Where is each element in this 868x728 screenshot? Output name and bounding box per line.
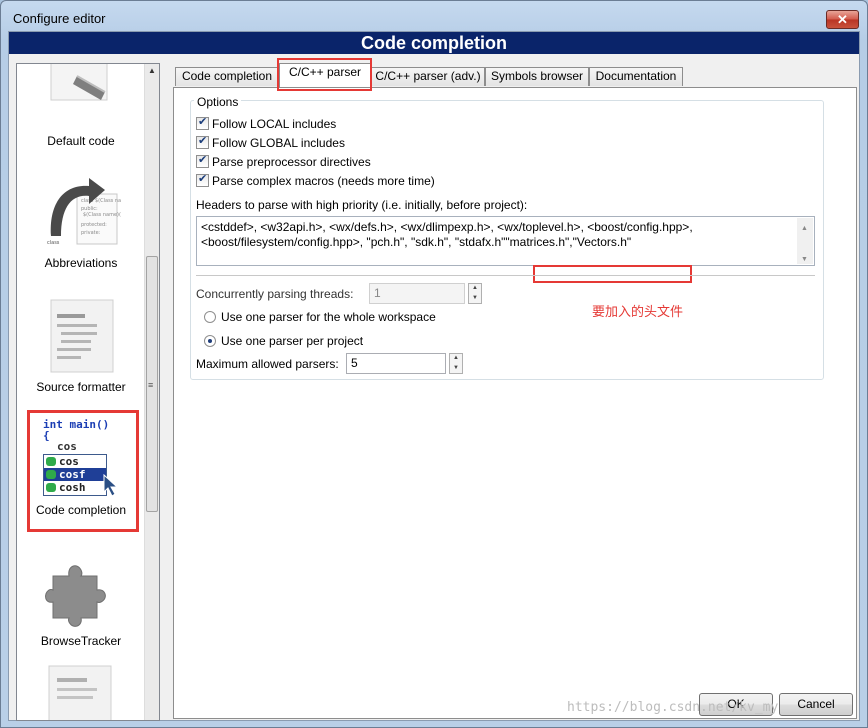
threads-input[interactable]: 1 bbox=[369, 283, 465, 304]
svg-text:$(Class name)();: $(Class name)(); bbox=[83, 212, 121, 218]
follow-global-includes-checkbox[interactable]: Follow GLOBAL includes bbox=[196, 134, 345, 150]
active-tab-highlight bbox=[277, 58, 372, 91]
tab-documentation[interactable]: Documentation bbox=[589, 67, 683, 86]
tab-label: Symbols browser bbox=[490, 69, 584, 83]
parse-complex-macros-checkbox[interactable]: Parse complex macros (needs more time) bbox=[196, 172, 435, 188]
tab-label: C/C++ parser (adv.) bbox=[375, 69, 481, 83]
sidebar-item-label: Abbreviations bbox=[44, 256, 118, 270]
close-button[interactable]: ✕ bbox=[826, 10, 859, 29]
configure-editor-window: Configure editor ✕ Code completion Defau… bbox=[0, 0, 868, 728]
selection-highlight bbox=[27, 410, 139, 532]
watermark: https://blog.csdn.net/kv_my bbox=[567, 700, 779, 715]
window-title: Configure editor bbox=[13, 11, 106, 26]
checkbox-checked-icon bbox=[196, 172, 209, 187]
radio-label: Use one parser per project bbox=[221, 334, 364, 348]
max-parsers-input[interactable]: 5 bbox=[346, 353, 446, 374]
added-headers: "matrices.h","Vectors.h" bbox=[505, 235, 632, 249]
divider bbox=[196, 275, 815, 276]
added-headers-highlight bbox=[533, 265, 692, 283]
annotation-text: 要加入的头文件 bbox=[592, 304, 684, 319]
checkbox-label: Follow GLOBAL includes bbox=[212, 136, 345, 150]
default-code-icon bbox=[50, 64, 108, 101]
checkbox-checked-icon bbox=[196, 115, 209, 130]
checkbox-checked-icon bbox=[196, 153, 209, 168]
svg-text:class $(Class name): class $(Class name) bbox=[81, 198, 121, 204]
puzzle-piece-icon bbox=[45, 565, 106, 627]
sidebar-item-label: Default code bbox=[47, 134, 115, 148]
sidebar-item-label: Source formatter bbox=[36, 380, 126, 394]
follow-local-includes-checkbox[interactable]: Follow LOCAL includes bbox=[196, 115, 337, 131]
radio-off-icon bbox=[204, 311, 216, 323]
max-parsers-spinner[interactable]: ▲ ▼ bbox=[449, 353, 463, 374]
scroll-down-icon[interactable]: ▼ bbox=[801, 252, 808, 267]
parser-per-project-radio[interactable]: Use one parser per project bbox=[204, 334, 363, 348]
sidebar-item-abbreviations[interactable]: class $(Class name) public: $(Class name… bbox=[17, 174, 145, 274]
parser-per-workspace-radio[interactable]: Use one parser for the whole workspace bbox=[204, 310, 436, 324]
threads-label: Concurrently parsing threads: bbox=[196, 287, 354, 301]
grip-icon: ≡ bbox=[148, 380, 154, 390]
checkbox-label: Parse preprocessor directives bbox=[212, 155, 371, 169]
headers-priority-textarea[interactable]: <cstddef>, <w32api.h>, <wx/defs.h>, <wx/… bbox=[196, 216, 815, 266]
svg-text:private:: private: bbox=[81, 230, 101, 236]
cancel-button[interactable]: Cancel bbox=[779, 693, 853, 716]
page-title: Code completion bbox=[9, 32, 859, 54]
parse-preprocessor-checkbox[interactable]: Parse preprocessor directives bbox=[196, 153, 371, 169]
options-legend: Options bbox=[194, 95, 242, 109]
spin-up-icon[interactable]: ▲ bbox=[472, 285, 478, 291]
tab-symbols-browser[interactable]: Symbols browser bbox=[485, 67, 589, 86]
svg-text:protected:: protected: bbox=[81, 222, 107, 228]
textarea-scrollbar[interactable]: ▲ ▼ bbox=[797, 218, 813, 264]
radio-label: Use one parser for the whole workspace bbox=[221, 310, 436, 324]
document-icon bbox=[48, 665, 112, 720]
headers-priority-label: Headers to parse with high priority (i.e… bbox=[196, 198, 528, 212]
spin-up-icon[interactable]: ▲ bbox=[453, 355, 459, 361]
checkbox-label: Follow LOCAL includes bbox=[212, 117, 337, 131]
sidebar-item-browsetracker[interactable]: BrowseTracker bbox=[17, 554, 145, 654]
checkbox-label: Parse complex macros (needs more time) bbox=[212, 174, 435, 188]
sidebar-item-label: BrowseTracker bbox=[40, 634, 122, 648]
tab-label: Code completion bbox=[181, 69, 273, 83]
radio-on-icon bbox=[204, 335, 216, 347]
tab-label: Documentation bbox=[595, 69, 677, 83]
svg-text:class: class bbox=[47, 240, 60, 246]
abbreviations-icon: class $(Class name) public: $(Class name… bbox=[47, 178, 121, 246]
max-parsers-label: Maximum allowed parsers: bbox=[196, 357, 339, 371]
scroll-up-icon[interactable]: ▲ bbox=[801, 221, 808, 236]
sidebar-item-default-code[interactable]: Default code bbox=[17, 64, 145, 154]
sidebar-scrollbar[interactable]: ▲ ≡ bbox=[144, 64, 159, 720]
spin-down-icon[interactable]: ▼ bbox=[472, 295, 478, 301]
dialog-client: Code completion Default code class $(Cla… bbox=[8, 31, 860, 721]
tab-code-completion[interactable]: Code completion bbox=[175, 67, 279, 86]
tab-cpp-parser-adv[interactable]: C/C++ parser (adv.) bbox=[371, 67, 485, 86]
spin-down-icon[interactable]: ▼ bbox=[453, 365, 459, 371]
scroll-up-icon[interactable]: ▲ bbox=[148, 66, 156, 75]
checkbox-checked-icon bbox=[196, 134, 209, 149]
category-list[interactable]: Default code class $(Class name) public:… bbox=[16, 63, 160, 721]
source-formatter-icon bbox=[50, 299, 114, 373]
sidebar-item-source-formatter[interactable]: Source formatter bbox=[17, 294, 145, 394]
cpp-parser-panel: Options Follow LOCAL includes Follow GLO… bbox=[173, 87, 857, 719]
headers-line: <boost/filesystem/config.hpp>, "pch.h", … bbox=[201, 235, 506, 249]
threads-spinner[interactable]: ▲ ▼ bbox=[468, 283, 482, 304]
headers-line: <cstddef>, <w32api.h>, <wx/defs.h>, <wx/… bbox=[201, 220, 693, 234]
